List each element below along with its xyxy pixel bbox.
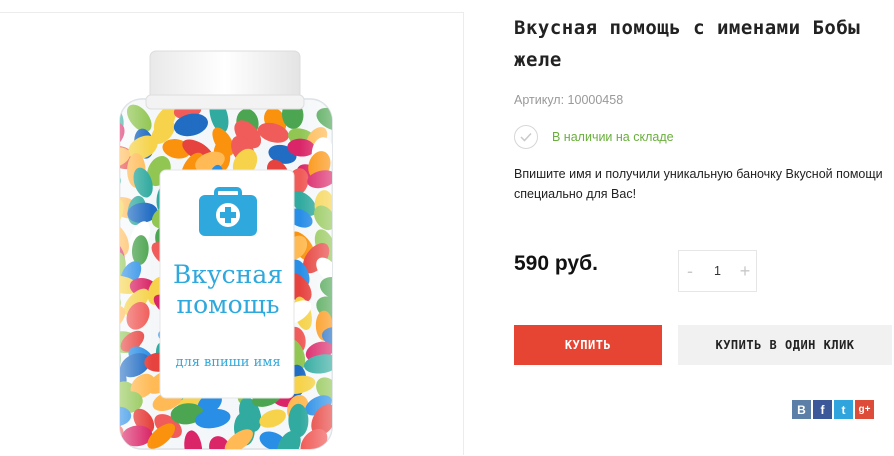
jelly-bean xyxy=(120,173,121,194)
facebook-icon[interactable]: f xyxy=(813,400,832,419)
twitter-icon[interactable]: t xyxy=(834,400,853,419)
product-sku: Артикул: 10000458 xyxy=(514,93,624,107)
product-title: Вкусная помощь с именами Бобы желе xyxy=(514,17,861,71)
quantity-stepper: - + xyxy=(678,250,757,292)
quantity-input[interactable] xyxy=(702,264,733,278)
buy-button[interactable]: КУПИТЬ xyxy=(514,325,662,365)
product-price: 590 руб. xyxy=(514,252,598,275)
stock-text: В наличии на складе xyxy=(552,130,674,144)
label-line2: помощь xyxy=(176,290,279,319)
product-description: Впишите имя и получили уникальную баночк… xyxy=(514,167,883,201)
product-image[interactable]: Вкусная помощь для впиши имя xyxy=(0,13,464,456)
checkmark-icon xyxy=(514,125,538,149)
quantity-decrease-button[interactable]: - xyxy=(679,251,701,291)
google-plus-icon[interactable]: g+ xyxy=(855,400,874,419)
label-sub: для впиши имя xyxy=(175,355,280,370)
quantity-increase-button[interactable]: + xyxy=(734,251,756,291)
stock-status: В наличии на складе xyxy=(514,125,674,149)
label-line1: Вкусная xyxy=(173,260,283,289)
buy-one-click-button[interactable]: КУПИТЬ В ОДИН КЛИК xyxy=(678,325,892,365)
vk-icon[interactable]: B xyxy=(792,400,811,419)
social-share: B f t g+ xyxy=(792,400,874,419)
jelly-bean xyxy=(120,342,121,378)
medical-kit-icon xyxy=(199,187,257,236)
product-image-pane: Вкусная помощь для впиши имя xyxy=(0,12,464,455)
